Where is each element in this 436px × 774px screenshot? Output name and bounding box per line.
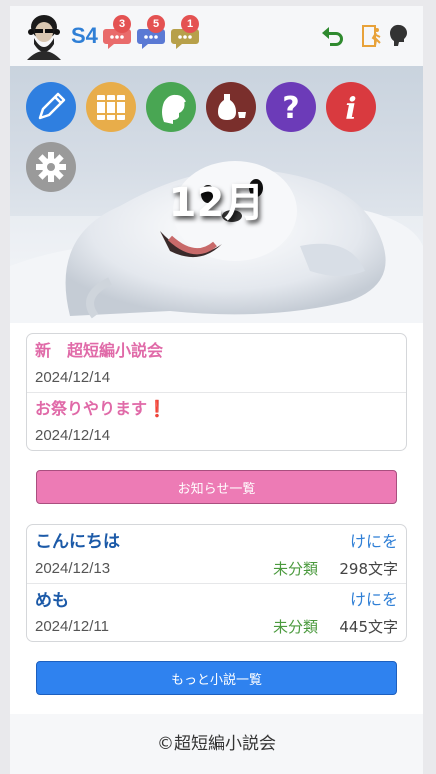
header-bar: S4 3 5 1: [10, 6, 423, 66]
stories-card: こんにちは けにを 2024/12/13 未分類 298文字 めも けにを 20…: [26, 524, 407, 642]
story-meta-row: 2024/12/13 未分類 298文字: [27, 554, 406, 583]
story-title[interactable]: こんにちは: [35, 527, 120, 552]
more-stories-button[interactable]: もっと小説一覧: [36, 661, 397, 695]
news-title[interactable]: 新 超短編小説会: [35, 337, 163, 361]
news-date-row: 2024/12/14: [27, 363, 406, 392]
app-frame: S4 3 5 1 ? i 12月 新 超短編小説会 2024/12/14 お祭り…: [10, 6, 423, 774]
news-date: 2024/12/14: [35, 427, 111, 444]
user-code: S4: [71, 23, 98, 48]
news-title[interactable]: お祭りやります❗: [35, 395, 167, 419]
chat-blue-icon[interactable]: 5: [137, 15, 165, 50]
undo-arrow-icon[interactable]: [320, 24, 344, 50]
svg-text:i: i: [345, 92, 356, 127]
news-date: 2024/12/14: [35, 369, 111, 386]
news-date-row: 2024/12/14: [27, 421, 406, 450]
news-card: 新 超短編小説会 2024/12/14 お祭りやります❗ 2024/12/14: [26, 333, 407, 451]
story-author[interactable]: けにを: [350, 528, 398, 552]
chat-olive-icon[interactable]: 1: [171, 15, 199, 50]
info-icon[interactable]: i: [326, 82, 376, 132]
story-title-row[interactable]: こんにちは けにを: [27, 525, 406, 554]
story-author[interactable]: けにを: [350, 586, 398, 610]
story-char-count: 298文字: [339, 560, 398, 578]
unread-badge: 3: [113, 15, 131, 33]
svg-text:?: ?: [282, 91, 299, 126]
story-category[interactable]: 未分類: [273, 558, 318, 579]
chat-red-icon[interactable]: 3: [103, 15, 131, 50]
story-date: 2024/12/11: [35, 618, 109, 635]
footer: ©超短編小説会: [10, 714, 423, 774]
story-date: 2024/12/13: [35, 560, 111, 577]
sake-bottle-icon[interactable]: [206, 82, 256, 132]
news-list-button[interactable]: お知らせ一覧: [36, 470, 397, 504]
news-title-row[interactable]: 新 超短編小説会: [27, 334, 406, 363]
avatar[interactable]: [24, 12, 64, 60]
story-meta-row: 2024/12/11 未分類 445文字: [27, 612, 406, 641]
pencil-icon[interactable]: [26, 82, 76, 132]
head-silhouette-icon[interactable]: [388, 24, 410, 52]
books-icon[interactable]: [86, 82, 136, 132]
story-char-count: 445文字: [339, 618, 398, 636]
story-title-row[interactable]: めも けにを: [27, 583, 406, 612]
hero-banner: ? i 12月: [10, 66, 423, 323]
unread-badge: 5: [147, 15, 165, 33]
exit-door-icon[interactable]: [361, 24, 385, 52]
question-icon[interactable]: ?: [266, 82, 316, 132]
story-category[interactable]: 未分類: [273, 616, 318, 637]
story-title[interactable]: めも: [35, 586, 69, 611]
woman-profile-icon[interactable]: [146, 82, 196, 132]
news-title-row[interactable]: お祭りやります❗: [27, 392, 406, 421]
month-label: 12月: [168, 180, 265, 226]
unread-badge: 1: [181, 15, 199, 33]
